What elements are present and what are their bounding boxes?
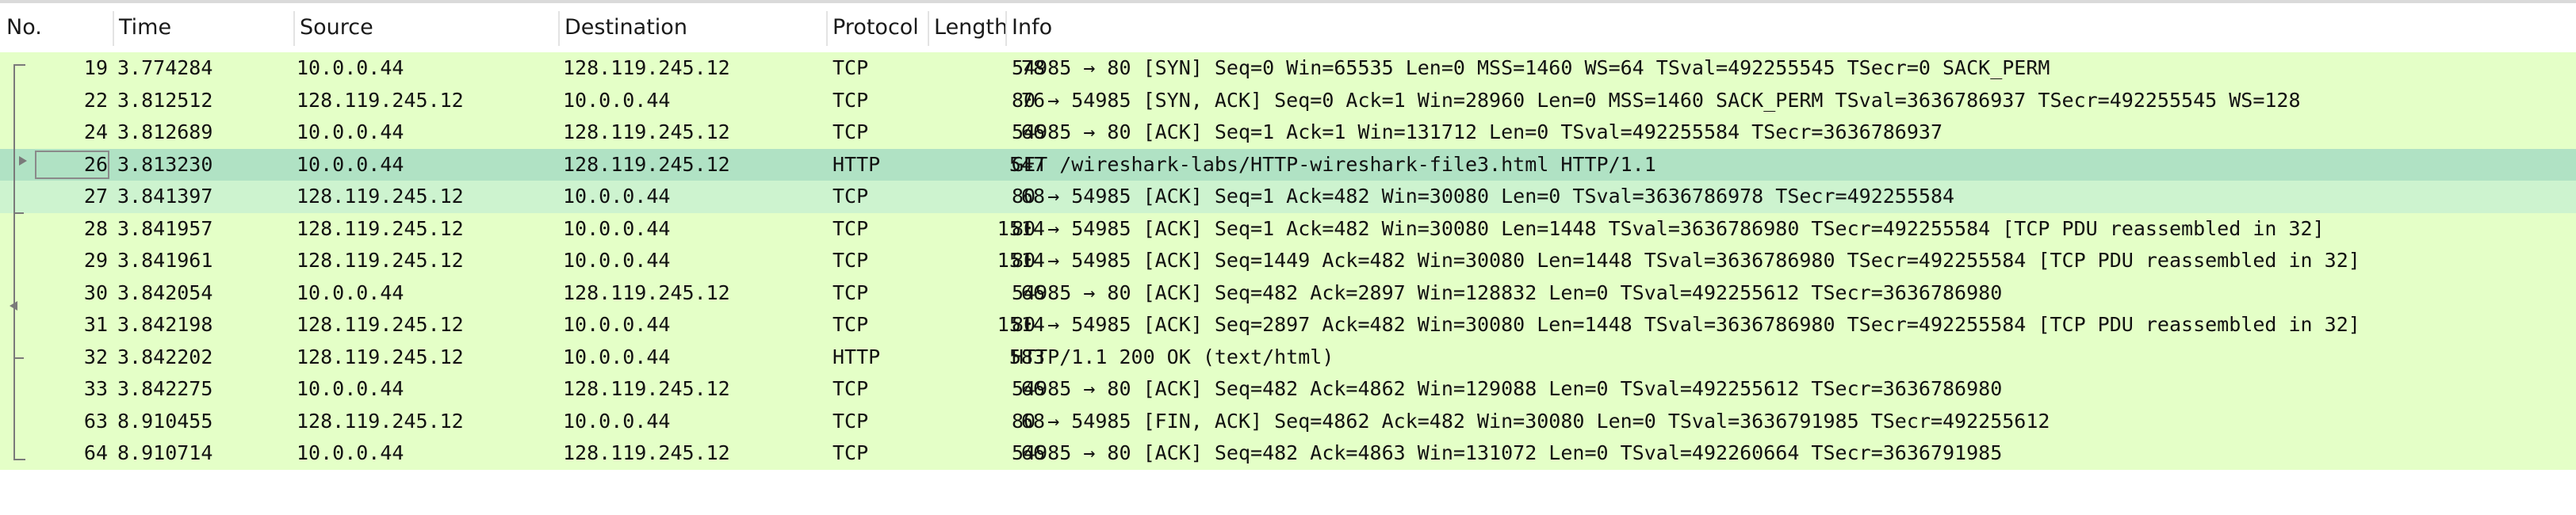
packet-row[interactable]: 64 8.910714 10.0.0.44 128.119.245.12 TCP… — [0, 437, 2576, 470]
packet-row[interactable]: 28 3.841957 128.119.245.12 10.0.0.44 TCP… — [0, 212, 2576, 245]
column-header-source[interactable]: Source — [293, 3, 558, 52]
packet-info: 80 → 54985 [SYN, ACK] Seq=0 Ack=1 Win=28… — [1012, 88, 2301, 112]
packet-info: HTTP/1.1 200 OK (text/html) — [1012, 345, 1334, 368]
column-header-destination[interactable]: Destination — [558, 3, 826, 52]
packet-row[interactable]: 24 3.812689 10.0.0.44 128.119.245.12 TCP… — [0, 116, 2576, 149]
packet-row[interactable]: 33 3.842275 10.0.0.44 128.119.245.12 TCP… — [0, 373, 2576, 406]
packet-length: 1514 — [997, 216, 1045, 240]
packet-row[interactable]: 19 3.774284 10.0.0.44 128.119.245.12 TCP… — [0, 52, 2576, 85]
packet-length: 68 — [1020, 409, 1045, 433]
packet-length: 66 — [1020, 280, 1045, 304]
column-header-row: No. Time Source Destination Protocol Len… — [0, 3, 2576, 53]
packet-row[interactable]: 29 3.841961 128.119.245.12 10.0.0.44 TCP… — [0, 245, 2576, 277]
packet-length: 547 — [1009, 152, 1045, 176]
packet-info: 54985 → 80 [SYN] Seq=0 Win=65535 Len=0 M… — [1012, 56, 2050, 79]
packet-info: 80 → 54985 [ACK] Seq=2897 Ack=482 Win=30… — [1012, 313, 2360, 336]
packet-row[interactable]: 63 8.910455 128.119.245.12 10.0.0.44 TCP… — [0, 405, 2576, 437]
packet-length: 66 — [1020, 441, 1045, 464]
packet-row[interactable]: 31 3.842198 128.119.245.12 10.0.0.44 TCP… — [0, 309, 2576, 341]
packet-length: 68 — [1020, 185, 1045, 208]
empty-list-area — [0, 471, 2576, 515]
packet-length: 1514 — [997, 249, 1045, 272]
packet-info: GET /wireshark-labs/HTTP-wireshark-file3… — [1012, 152, 1656, 176]
column-header-protocol[interactable]: Protocol — [826, 3, 928, 52]
packet-row[interactable]: 22 3.812512 128.119.245.12 10.0.0.44 TCP… — [0, 84, 2576, 116]
packet-info: 54985 → 80 [ACK] Seq=482 Ack=2897 Win=12… — [1012, 280, 2003, 304]
response-arrow-icon — [10, 301, 17, 311]
packet-info: 54985 → 80 [ACK] Seq=1 Ack=1 Win=131712 … — [1012, 120, 1943, 143]
packet-row[interactable]: 32 3.842202 128.119.245.12 10.0.0.44 HTT… — [0, 341, 2576, 373]
packet-info: 80 → 54985 [FIN, ACK] Seq=4862 Ack=482 W… — [1012, 409, 2050, 433]
column-header-length[interactable]: Length — [928, 3, 1005, 52]
packet-length: 583 — [1009, 345, 1045, 368]
column-header-info[interactable]: Info — [1005, 3, 2576, 52]
packet-length: 66 — [1020, 377, 1045, 400]
packet-info: 54985 → 80 [ACK] Seq=482 Ack=4863 Win=13… — [1012, 441, 2003, 464]
request-arrow-icon — [19, 156, 27, 166]
packet-info: 80 → 54985 [ACK] Seq=1 Ack=482 Win=30080… — [1012, 185, 1955, 208]
column-header-no[interactable]: No. — [0, 3, 113, 52]
packet-length: 66 — [1020, 120, 1045, 143]
packet-list: No. Time Source Destination Protocol Len… — [0, 0, 2576, 515]
packet-rows: 19 3.774284 10.0.0.44 128.119.245.12 TCP… — [0, 52, 2576, 470]
packet-info: 80 → 54985 [ACK] Seq=1449 Ack=482 Win=30… — [1012, 249, 2360, 272]
packet-length: 1514 — [997, 313, 1045, 336]
packet-row-selected[interactable]: 26 3.813230 10.0.0.44 128.119.245.12 HTT… — [0, 148, 2576, 181]
packet-info: 54985 → 80 [ACK] Seq=482 Ack=4862 Win=12… — [1012, 377, 2003, 400]
column-header-time[interactable]: Time — [113, 3, 293, 52]
packet-row[interactable]: 30 3.842054 10.0.0.44 128.119.245.12 TCP… — [0, 277, 2576, 309]
packet-length: 78 — [1020, 56, 1045, 79]
packet-row-related[interactable]: 27 3.841397 128.119.245.12 10.0.0.44 TCP… — [0, 181, 2576, 213]
packet-info: 80 → 54985 [ACK] Seq=1 Ack=482 Win=30080… — [1012, 216, 2325, 240]
packet-length: 76 — [1020, 88, 1045, 112]
